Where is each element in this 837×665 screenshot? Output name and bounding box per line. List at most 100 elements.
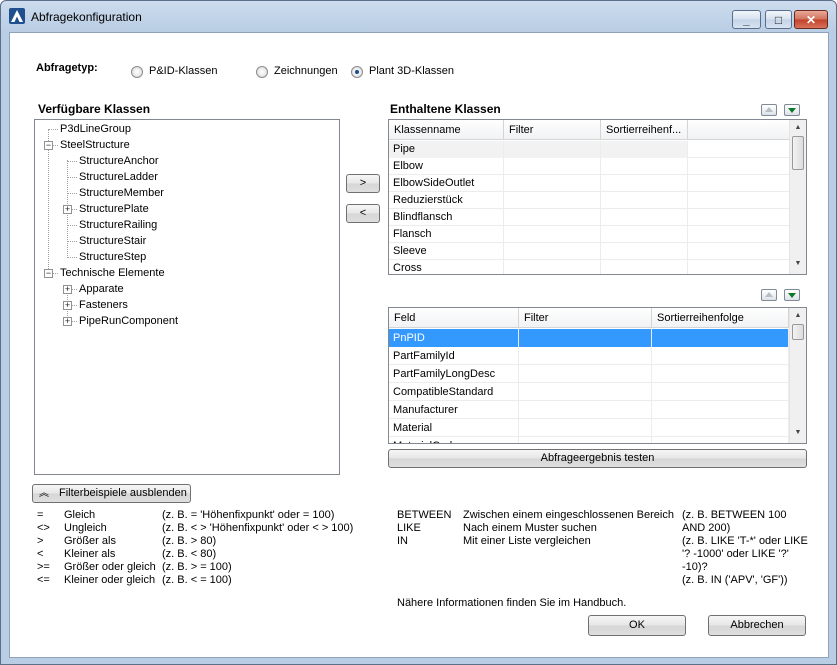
maximize-button[interactable]: □ [765, 10, 792, 29]
expand-icon[interactable]: + [63, 205, 72, 214]
fields-scroll-thumb[interactable] [792, 324, 804, 340]
fields-cell[interactable] [519, 419, 652, 437]
cancel-button[interactable]: Abbrechen [708, 615, 806, 636]
fields-row[interactable]: Material [389, 419, 791, 437]
minimize-button[interactable]: _ [732, 10, 761, 29]
included-classes-column-header[interactable]: Klassenname [389, 120, 504, 140]
included-classes-cell[interactable] [504, 192, 601, 209]
fields-cell[interactable] [652, 437, 789, 443]
fields-cell[interactable] [519, 347, 652, 365]
tree-item-label[interactable]: Apparate [79, 281, 124, 297]
collapse-icon[interactable]: − [44, 269, 53, 278]
included-classes-row[interactable]: Reduzierstück [389, 192, 791, 209]
test-query-button[interactable]: Abfrageergebnis testen [388, 449, 807, 468]
included-classes-cell[interactable] [504, 226, 601, 243]
tree-item-label[interactable]: Fasteners [79, 297, 128, 313]
fields-cell[interactable] [652, 365, 789, 383]
tree-item-label[interactable]: StructureStair [79, 233, 146, 249]
included-classes-cell[interactable] [504, 141, 601, 158]
fields-cell[interactable] [652, 329, 789, 347]
fields-cell[interactable]: CompatibleStandard [389, 383, 519, 401]
tree-item[interactable]: StructureStep [35, 249, 335, 265]
fields-cell[interactable]: PartFamilyId [389, 347, 519, 365]
scroll-up-icon[interactable]: ▲ [790, 120, 806, 136]
fields-row[interactable]: PnPID [389, 329, 791, 347]
included-classes-row[interactable]: Sleeve [389, 243, 791, 260]
included-classes-grid[interactable]: Klassenname Filter Sortierreihenf... Pipe El… [388, 119, 807, 275]
included-classes-cell[interactable]: Pipe [389, 141, 504, 158]
included-classes-cell[interactable] [504, 175, 601, 192]
expand-icon[interactable]: + [63, 285, 72, 294]
fields-grid[interactable]: Feld Filter Sortierreihenfolge PnPID PartFam… [388, 307, 807, 444]
tree-item[interactable]: + PipeRunComponent [35, 313, 335, 329]
tree-item[interactable]: + Fasteners [35, 297, 335, 313]
tree-item-label[interactable]: StructureRailing [79, 217, 157, 233]
tree-item[interactable]: P3dLineGroup [35, 121, 335, 137]
tree-item[interactable]: + StructurePlate [35, 201, 335, 217]
included-classes-cell[interactable] [504, 260, 601, 274]
move-field-up-button[interactable] [761, 289, 777, 301]
fields-cell[interactable]: Manufacturer [389, 401, 519, 419]
included-classes-row[interactable]: Blindflansch [389, 209, 791, 226]
included-classes-cell[interactable] [601, 226, 688, 243]
included-classes-scroll-thumb[interactable] [792, 136, 804, 170]
fields-cell[interactable] [519, 437, 652, 443]
scroll-up-icon[interactable]: ▲ [790, 308, 806, 324]
included-classes-cell[interactable]: Flansch [389, 226, 504, 243]
included-classes-cell[interactable]: Cross [389, 260, 504, 274]
move-field-down-button[interactable] [784, 289, 800, 301]
move-class-down-button[interactable] [784, 104, 800, 116]
included-classes-column-header[interactable]: Filter [504, 120, 601, 140]
tree-item[interactable]: StructureAnchor [35, 153, 335, 169]
fields-column-header[interactable]: Sortierreihenfolge [652, 308, 789, 328]
included-classes-cell[interactable] [601, 158, 688, 175]
tree-item-label[interactable]: StructurePlate [79, 201, 149, 217]
remove-class-button[interactable]: < [346, 204, 380, 223]
expand-icon[interactable]: + [63, 301, 72, 310]
fields-cell[interactable]: MaterialCode [389, 437, 519, 443]
radio-pid-classes-circle[interactable] [131, 66, 143, 78]
included-classes-row[interactable]: Elbow [389, 158, 791, 175]
included-classes-cell[interactable] [504, 158, 601, 175]
title-bar[interactable]: Abfragekonfiguration _ □ ✕ [1, 1, 836, 31]
tree-item-label[interactable]: StructureAnchor [79, 153, 158, 169]
radio-plant3d-classes-label[interactable]: Plant 3D-Klassen [369, 65, 454, 77]
move-class-up-button[interactable] [761, 104, 777, 116]
tree-item[interactable]: + Apparate [35, 281, 335, 297]
fields-cell[interactable]: PartFamilyLongDesc [389, 365, 519, 383]
radio-drawings-label[interactable]: Zeichnungen [274, 65, 338, 77]
tree-item[interactable]: − SteelStructure [35, 137, 335, 153]
fields-cell[interactable] [519, 329, 652, 347]
tree-item[interactable]: StructureRailing [35, 217, 335, 233]
toggle-filter-examples-button[interactable]: ︽ Filterbeispiele ausblenden [32, 484, 191, 503]
included-classes-cell[interactable] [601, 243, 688, 260]
ok-button[interactable]: OK [588, 615, 686, 636]
tree-item[interactable]: − Technische Elemente [35, 265, 335, 281]
fields-row[interactable]: Manufacturer [389, 401, 791, 419]
add-class-button[interactable]: > [346, 174, 380, 193]
fields-row[interactable]: CompatibleStandard [389, 383, 791, 401]
tree-item-label[interactable]: P3dLineGroup [60, 121, 131, 137]
fields-cell[interactable] [519, 365, 652, 383]
included-classes-cell[interactable]: Sleeve [389, 243, 504, 260]
tree-item-label[interactable]: SteelStructure [60, 137, 130, 153]
fields-cell[interactable]: PnPID [389, 329, 519, 347]
included-classes-row[interactable]: ElbowSideOutlet [389, 175, 791, 192]
fields-row[interactable]: PartFamilyId [389, 347, 791, 365]
included-classes-cell[interactable] [601, 141, 688, 158]
tree-item-label[interactable]: PipeRunComponent [79, 313, 178, 329]
scroll-down-icon[interactable]: ▼ [790, 425, 806, 441]
tree-item[interactable]: StructureLadder [35, 169, 335, 185]
included-classes-column-header[interactable]: Sortierreihenf... [601, 120, 688, 140]
included-classes-cell[interactable]: Reduzierstück [389, 192, 504, 209]
fields-cell[interactable] [519, 401, 652, 419]
radio-drawings-circle[interactable] [256, 66, 268, 78]
fields-column-header[interactable]: Feld [389, 308, 519, 328]
tree-item-label[interactable]: StructureMember [79, 185, 164, 201]
fields-scrollbar[interactable]: ▲ ▼ [789, 308, 806, 443]
included-classes-row[interactable]: Pipe [389, 141, 791, 158]
tree-item-label[interactable]: Technische Elemente [60, 265, 165, 281]
expand-icon[interactable]: + [63, 317, 72, 326]
included-classes-cell[interactable] [504, 209, 601, 226]
included-classes-row[interactable]: Flansch [389, 226, 791, 243]
